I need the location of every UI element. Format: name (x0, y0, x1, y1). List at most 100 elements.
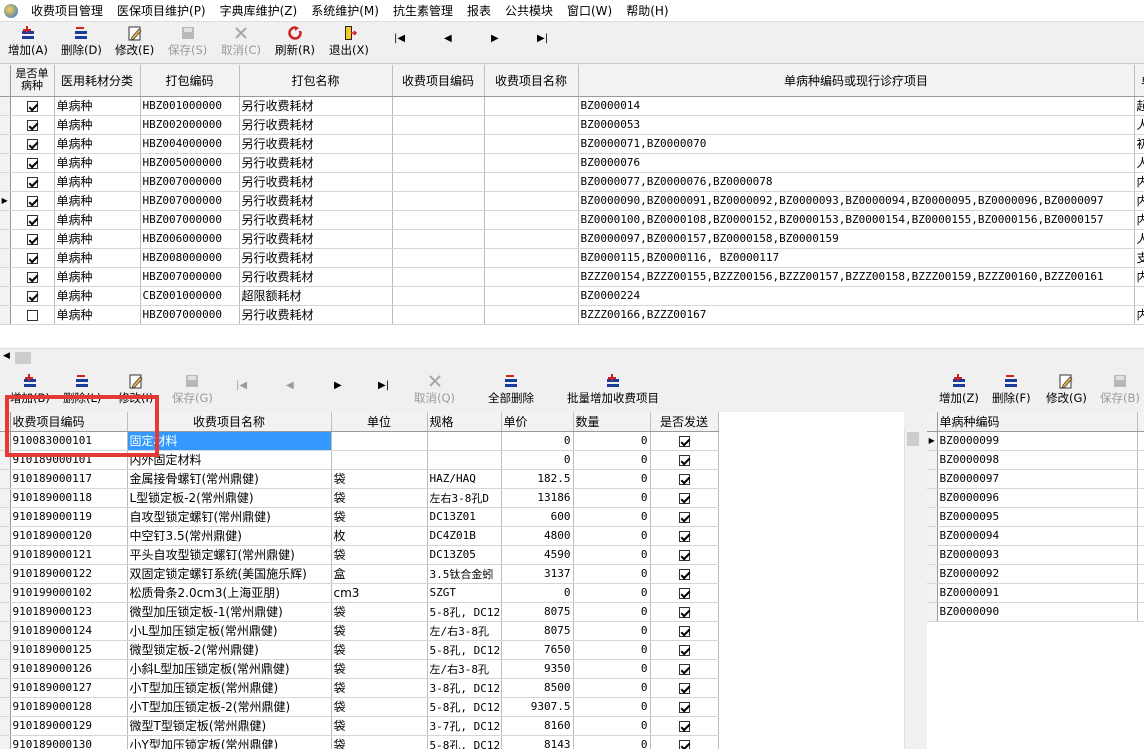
fee-name-cell[interactable]: L型锁定板-2(常州鼎健) (127, 488, 332, 508)
extra-cell[interactable]: 人 (1134, 229, 1144, 249)
send-checkbox[interactable] (650, 431, 719, 451)
delete-all-button[interactable]: 全部删除 (488, 372, 534, 410)
refresh-button[interactable]: 刷新(R) (275, 24, 315, 62)
table-row[interactable]: 910189000122 双固定锁定螺钉系统(美国施乐辉) 盒 3.5钛合金蚓 3137… (0, 564, 719, 584)
send-checkbox[interactable] (650, 526, 719, 546)
extra-cell[interactable] (1137, 469, 1144, 489)
price-cell[interactable]: 4590 (501, 545, 574, 565)
fee-code-cell[interactable]: 910189000124 (10, 621, 128, 641)
fee-name-cell[interactable] (484, 248, 579, 268)
quantity-cell[interactable]: 0 (573, 583, 651, 603)
row-indicator[interactable] (0, 153, 11, 173)
price-cell[interactable]: 600 (501, 507, 574, 527)
disease-code-cell[interactable]: BZ0000096 (937, 488, 1138, 508)
material-category-cell[interactable]: 单病种 (54, 229, 141, 249)
price-cell[interactable]: 8500 (501, 678, 574, 698)
fee-item-grid[interactable]: 收费项目编码 收费项目名称 单位 规格 单价 数量 是否发送 910083000… (0, 412, 904, 749)
disease-add-button[interactable]: 增加(Z) (939, 372, 979, 410)
fee-name-cell[interactable]: 内外固定材料 (127, 450, 332, 470)
disease-code-cell[interactable]: BZ0000094 (937, 526, 1138, 546)
col-header-material-category[interactable]: 医用耗材分类 (54, 65, 141, 97)
row-indicator[interactable] (0, 735, 11, 749)
send-checkbox[interactable] (650, 678, 719, 698)
material-category-cell[interactable]: 单病种 (54, 286, 141, 306)
unit-cell[interactable]: 袋 (331, 697, 428, 717)
fee-name-cell[interactable]: 固定材料 (127, 431, 332, 451)
row-indicator[interactable] (0, 545, 11, 565)
table-row[interactable]: BZ0000096 (927, 488, 1144, 508)
disease-code-cell[interactable]: BZ0000014 (578, 96, 1135, 116)
extra-cell[interactable]: 初 (1134, 134, 1144, 154)
package-code-cell[interactable]: HBZ002000000 (140, 115, 240, 135)
disease-code-cell[interactable]: BZ0000090 (937, 602, 1138, 622)
row-indicator[interactable] (0, 248, 11, 268)
send-checkbox[interactable] (650, 488, 719, 508)
quantity-cell[interactable]: 0 (573, 507, 651, 527)
send-checkbox[interactable] (650, 507, 719, 527)
table-row[interactable]: 910189000118 L型锁定板-2(常州鼎健) 袋左右3-8孔D 13186 0 (0, 488, 719, 508)
material-category-cell[interactable]: 单病种 (54, 115, 141, 135)
row-indicator[interactable] (927, 526, 938, 546)
quantity-cell[interactable]: 0 (573, 716, 651, 736)
detail-save-button[interactable]: 保存(G) (172, 372, 213, 410)
fee-code-cell[interactable]: 910189000130 (10, 735, 128, 749)
send-checkbox[interactable] (650, 697, 719, 717)
unit-cell[interactable]: 袋 (331, 545, 428, 565)
spec-cell[interactable]: 左/右3-8孔 (427, 621, 502, 641)
single-disease-checkbox[interactable] (10, 134, 55, 154)
row-indicator[interactable] (0, 96, 11, 116)
package-name-cell[interactable]: 另行收费耗材 (239, 115, 393, 135)
package-code-cell[interactable]: HBZ001000000 (140, 96, 240, 116)
extra-cell[interactable]: 内 (1134, 210, 1144, 230)
unit-cell[interactable]: 袋 (331, 640, 428, 660)
send-checkbox[interactable] (650, 621, 719, 641)
single-disease-checkbox[interactable] (10, 115, 55, 135)
price-cell[interactable]: 9307.5 (501, 697, 574, 717)
table-row[interactable]: 910199000102 松质骨条2.0cm3(上海亚朋) cm3 SZGT 0 0 (0, 583, 719, 603)
single-disease-checkbox[interactable] (10, 248, 55, 268)
send-checkbox[interactable] (650, 564, 719, 584)
horizontal-scrollbar[interactable]: ◀ (0, 348, 1144, 366)
col-header-quantity[interactable]: 数量 (573, 412, 651, 432)
row-indicator[interactable] (927, 564, 938, 584)
spec-cell[interactable]: HAZ/HAQ (427, 469, 502, 489)
package-code-cell[interactable]: HBZ007000000 (140, 305, 240, 325)
extra-cell[interactable]: 人 (1134, 153, 1144, 173)
row-indicator[interactable] (927, 507, 938, 527)
row-indicator[interactable] (0, 172, 11, 192)
fee-code-cell[interactable] (392, 229, 485, 249)
disease-code-cell[interactable]: BZ0000091 (937, 583, 1138, 603)
material-category-cell[interactable]: 单病种 (54, 172, 141, 192)
spec-cell[interactable] (427, 431, 502, 451)
table-row[interactable]: BZ0000098 (927, 450, 1144, 470)
extra-cell[interactable]: 起 (1134, 96, 1144, 116)
disease-code-cell[interactable]: BZ0000115,BZ0000116, BZ0000117 (578, 248, 1135, 268)
single-disease-checkbox[interactable] (10, 191, 55, 211)
menu-item-insurance[interactable]: 医保项目维护(P) (110, 0, 213, 22)
table-row[interactable]: BZ0000090 (927, 602, 1144, 622)
vertical-scrollbar[interactable] (904, 430, 921, 749)
row-indicator[interactable] (927, 469, 938, 489)
delete-button[interactable]: 删除(D) (61, 24, 102, 62)
quantity-cell[interactable]: 0 (573, 488, 651, 508)
extra-cell[interactable] (1137, 583, 1144, 603)
row-indicator[interactable] (0, 450, 11, 470)
single-disease-checkbox[interactable] (10, 286, 55, 306)
row-indicator[interactable] (0, 229, 11, 249)
single-disease-checkbox[interactable] (10, 96, 55, 116)
disease-code-cell[interactable]: BZ0000100,BZ0000108,BZ0000152,BZ0000153,… (578, 210, 1135, 230)
fee-name-cell[interactable] (484, 153, 579, 173)
table-row[interactable]: 910189000130 小Y型加压锁定板(常州鼎健) 袋 5-8孔, DC12 814… (0, 735, 719, 749)
spec-cell[interactable]: 左右3-8孔D (427, 488, 502, 508)
scroll-left-icon[interactable]: ◀ (3, 351, 10, 361)
fee-code-cell[interactable]: 910189000128 (10, 697, 128, 717)
fee-name-cell[interactable]: 微型T型锁定板(常州鼎健) (127, 716, 332, 736)
material-category-cell[interactable]: 单病种 (54, 305, 141, 325)
price-cell[interactable]: 13186 (501, 488, 574, 508)
table-row[interactable]: BZ0000095 (927, 507, 1144, 527)
fee-name-cell[interactable]: 松质骨条2.0cm3(上海亚朋) (127, 583, 332, 603)
price-cell[interactable]: 8075 (501, 602, 574, 622)
price-cell[interactable]: 8143 (501, 735, 574, 749)
disease-code-cell[interactable]: BZ0000224 (578, 286, 1135, 306)
fee-code-cell[interactable] (392, 172, 485, 192)
